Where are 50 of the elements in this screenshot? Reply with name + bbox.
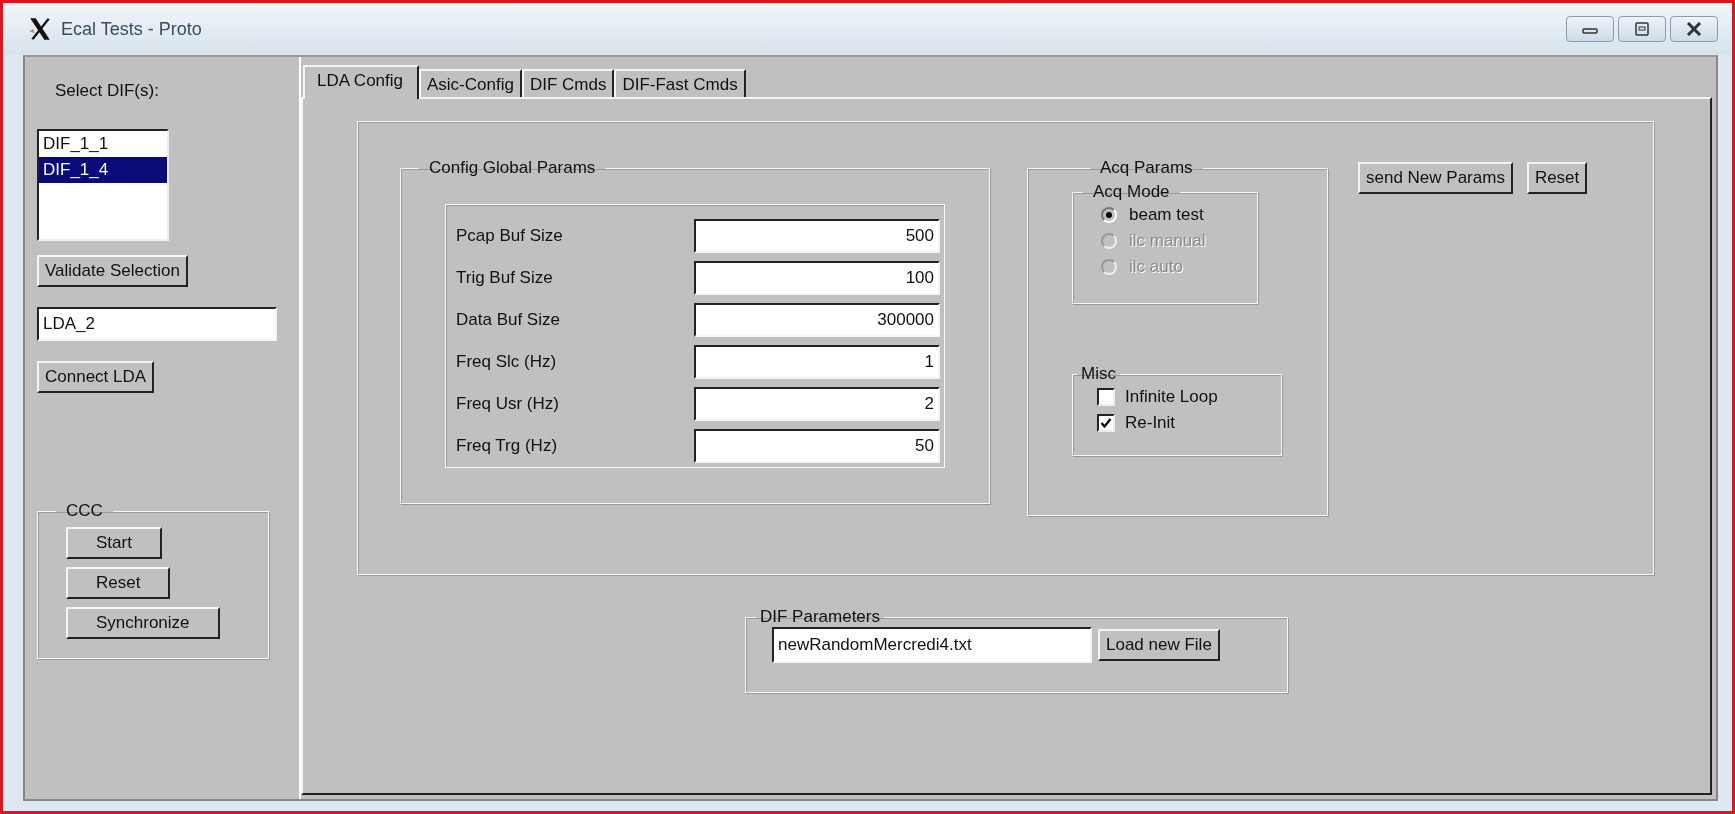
minimize-button[interactable] [1566,16,1614,42]
select-label: Select DIF(s): [55,81,159,101]
ccc-button[interactable]: Synchronize [66,607,220,639]
group-title: Acq Mode [1092,182,1171,202]
tab[interactable]: DIF-Fast Cmds [614,69,746,99]
list-item[interactable]: DIF_1_4 [39,157,167,183]
param-field[interactable]: 1 [694,345,940,379]
radio-button[interactable] [1101,207,1117,223]
group-title: Config Global Params [428,158,597,178]
param-field[interactable]: 50 [694,429,940,463]
group-title: CCC [65,501,104,521]
ccc-button[interactable]: Start [66,527,162,559]
file-field[interactable]: newRandomMercredi4.txt [772,627,1092,663]
load-file-button[interactable]: Load new File [1098,629,1220,661]
param-field[interactable]: 2 [694,387,940,421]
tab[interactable]: DIF Cmds [521,69,615,99]
validate-selection-button[interactable]: Validate Selection [37,255,188,287]
param-label: Pcap Buf Size [455,226,563,246]
option-label: ilc manual [1129,231,1206,251]
x-logo-icon [27,16,53,42]
param-label: Data Buf Size [455,310,560,330]
param-field[interactable]: 100 [694,261,940,295]
param-label: Freq Slc (Hz) [455,352,557,372]
group-title: Acq Params [1099,158,1194,178]
tab[interactable]: Asic-Config [419,69,522,99]
param-label: Freq Trg (Hz) [455,436,558,456]
list-item[interactable]: DIF_1_1 [39,131,167,157]
option-label: Infinite Loop [1125,387,1218,407]
param-field[interactable]: 500 [694,219,940,253]
connect-lda-button[interactable]: Connect LDA [37,361,155,393]
maximize-button[interactable] [1618,16,1666,42]
action-button[interactable]: Reset [1526,162,1588,194]
option-label: Re-Init [1125,413,1176,433]
window-title: Ecal Tests - Proto [61,18,202,40]
param-field[interactable]: 300000 [694,303,940,337]
checkbox[interactable] [1097,388,1115,406]
group-title: Misc [1080,364,1117,384]
maximize-icon [1634,22,1650,36]
lda-field[interactable]: LDA_2 [37,307,277,341]
dif-listbox[interactable]: DIF_1_1 DIF_1_4 [37,129,169,241]
option-label: beam test [1129,205,1204,225]
group-title: DIF Parameters [759,607,881,627]
ccc-button[interactable]: Reset [66,567,171,599]
close-icon [1686,22,1702,36]
tab[interactable]: LDA Config [303,65,419,99]
action-button[interactable]: send New Params [1358,162,1513,194]
param-label: Freq Usr (Hz) [455,394,559,414]
param-label: Trig Buf Size [455,268,553,288]
checkbox[interactable] [1097,414,1115,432]
close-button[interactable] [1670,16,1718,42]
